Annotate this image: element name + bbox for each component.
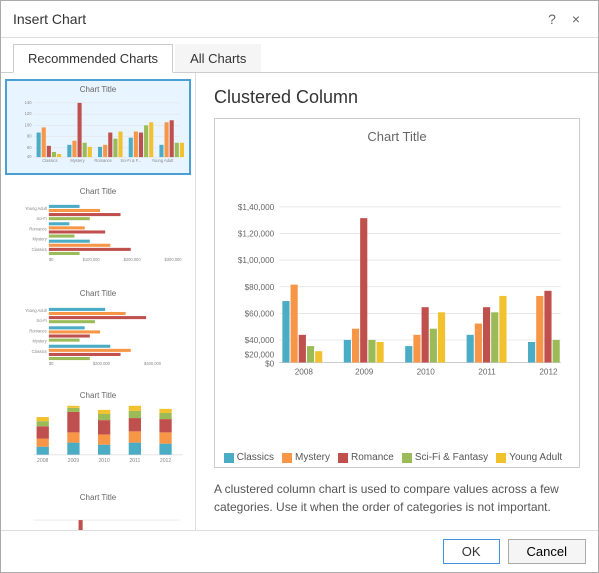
help-button[interactable]: ? bbox=[542, 9, 562, 29]
thumb-2-title: Chart Title bbox=[11, 289, 185, 298]
title-bar-buttons: ? × bbox=[542, 9, 586, 29]
thumb-2-chart: Young Adult Sci-Fi Romance Mystery Class… bbox=[11, 300, 185, 370]
preview-chart-title: Chart Title bbox=[367, 129, 426, 144]
legend-classics-color bbox=[224, 453, 234, 463]
legend-young-color bbox=[496, 453, 506, 463]
svg-text:2010: 2010 bbox=[417, 368, 436, 377]
content-area: Chart Title 140 120 100 80 bbox=[1, 73, 598, 530]
svg-text:2008: 2008 bbox=[37, 458, 49, 464]
svg-text:Classics: Classics bbox=[32, 349, 47, 354]
chart-list[interactable]: Chart Title 140 120 100 80 bbox=[1, 73, 195, 530]
thumb-1-chart: Young Adult Sci-Fi Romance Mystery Class… bbox=[11, 198, 185, 268]
cancel-button[interactable]: Cancel bbox=[508, 539, 586, 564]
bottom-bar: OK Cancel bbox=[1, 530, 598, 572]
svg-text:2010: 2010 bbox=[98, 458, 110, 464]
svg-text:$400,000: $400,000 bbox=[144, 361, 162, 366]
svg-text:$200,000: $200,000 bbox=[93, 361, 111, 366]
svg-text:2009: 2009 bbox=[355, 368, 374, 377]
svg-text:Young Adult: Young Adult bbox=[25, 308, 47, 313]
svg-text:$200,000: $200,000 bbox=[124, 257, 142, 262]
right-panel: Clustered Column Chart Title $1,40,000 $… bbox=[196, 73, 598, 530]
svg-text:Romance: Romance bbox=[94, 158, 112, 163]
svg-text:Mystery: Mystery bbox=[70, 158, 85, 163]
legend-scifi-color bbox=[402, 453, 412, 463]
svg-text:$300,000: $300,000 bbox=[165, 257, 183, 262]
svg-text:Romance: Romance bbox=[29, 328, 47, 333]
thumb-1-title: Chart Title bbox=[11, 187, 185, 196]
thumb-4-title: Chart Title bbox=[11, 493, 185, 502]
svg-text:Romance: Romance bbox=[29, 226, 47, 231]
svg-text:2011: 2011 bbox=[478, 368, 496, 377]
svg-text:$0: $0 bbox=[49, 257, 54, 262]
legend-romance-color bbox=[338, 453, 348, 463]
svg-text:100: 100 bbox=[25, 122, 33, 127]
ok-button[interactable]: OK bbox=[443, 539, 500, 564]
chart-thumbnail-0[interactable]: Chart Title 140 120 100 80 bbox=[5, 79, 191, 175]
svg-text:Young Adult: Young Adult bbox=[25, 206, 47, 211]
svg-text:$1,40,000: $1,40,000 bbox=[238, 203, 275, 212]
svg-text:60: 60 bbox=[27, 145, 32, 150]
svg-text:Classics: Classics bbox=[42, 158, 57, 163]
legend-scifi: Sci-Fi & Fantasy bbox=[402, 452, 488, 463]
svg-text:$40,000: $40,000 bbox=[245, 336, 275, 345]
svg-text:120: 120 bbox=[25, 111, 33, 116]
chart-thumbnail-2[interactable]: Chart Title Young Adult Sci-Fi Romance M… bbox=[5, 283, 191, 379]
svg-text:$0: $0 bbox=[49, 361, 54, 366]
chart-description: A clustered column chart is used to comp… bbox=[214, 480, 580, 516]
svg-text:Sci-Fi: Sci-Fi bbox=[36, 318, 47, 323]
svg-text:2009: 2009 bbox=[68, 458, 80, 464]
svg-text:40: 40 bbox=[27, 154, 32, 159]
svg-text:2008: 2008 bbox=[295, 368, 314, 377]
preview-chart-svg: $1,40,000 $1,20,000 $1,00,000 $80,000 $6… bbox=[223, 150, 571, 448]
left-panel: Chart Title 140 120 100 80 bbox=[1, 73, 196, 530]
svg-text:$1,20,000: $1,20,000 bbox=[238, 230, 275, 239]
close-button[interactable]: × bbox=[566, 9, 586, 29]
thumb-4-chart: Classics Mystery Romance Sci-Fi Young bbox=[11, 504, 185, 530]
svg-text:Sci-Fi & F...: Sci-Fi & F... bbox=[120, 158, 141, 163]
svg-text:Mystery: Mystery bbox=[33, 339, 48, 344]
title-bar-left: Insert Chart bbox=[13, 11, 86, 27]
thumb-3-chart: 2008 2009 2010 2011 2012 bbox=[11, 402, 185, 472]
legend-mystery: Mystery bbox=[282, 452, 330, 463]
title-bar: Insert Chart ? × bbox=[1, 1, 598, 38]
svg-text:$100,000: $100,000 bbox=[83, 257, 101, 262]
svg-text:Mystery: Mystery bbox=[33, 237, 48, 242]
chart-thumbnail-4[interactable]: Chart Title bbox=[5, 487, 191, 530]
legend-romance: Romance bbox=[338, 452, 394, 463]
legend-mystery-color bbox=[282, 453, 292, 463]
svg-text:2011: 2011 bbox=[129, 458, 140, 464]
insert-chart-dialog: Insert Chart ? × Recommended Charts All … bbox=[0, 0, 599, 573]
selected-chart-name: Clustered Column bbox=[214, 87, 580, 108]
chart-thumbnail-1[interactable]: Chart Title Young Adult Sci-Fi Romance M… bbox=[5, 181, 191, 277]
thumb-0-chart: 140 120 100 80 60 40 bbox=[11, 96, 185, 166]
svg-text:2012: 2012 bbox=[539, 368, 558, 377]
thumb-0-title: Chart Title bbox=[11, 85, 185, 94]
svg-text:2012: 2012 bbox=[160, 458, 172, 464]
dialog-title: Insert Chart bbox=[13, 11, 86, 27]
tab-all-charts[interactable]: All Charts bbox=[175, 44, 261, 72]
svg-text:$60,000: $60,000 bbox=[245, 309, 275, 318]
tabs-bar: Recommended Charts All Charts bbox=[1, 38, 598, 73]
svg-text:Young Adult: Young Adult bbox=[152, 158, 174, 163]
svg-text:$20,000: $20,000 bbox=[245, 350, 275, 359]
legend-young-adult: Young Adult bbox=[496, 452, 562, 463]
svg-text:140: 140 bbox=[25, 100, 33, 105]
svg-text:$80,000: $80,000 bbox=[245, 283, 275, 292]
tab-recommended[interactable]: Recommended Charts bbox=[13, 44, 173, 73]
chart-thumbnail-3[interactable]: Chart Title bbox=[5, 385, 191, 481]
svg-text:Sci-Fi: Sci-Fi bbox=[36, 216, 47, 221]
svg-text:80: 80 bbox=[27, 134, 32, 139]
legend-row: Classics Mystery Romance Sci-Fi & Fantas… bbox=[224, 452, 570, 463]
svg-text:$1,00,000: $1,00,000 bbox=[238, 256, 275, 265]
svg-text:Classics: Classics bbox=[32, 247, 47, 252]
legend-classics: Classics bbox=[224, 452, 274, 463]
chart-preview-box: Chart Title $1,40,000 $1,20,000 $1,00,00… bbox=[214, 118, 580, 468]
thumb-3-title: Chart Title bbox=[11, 391, 185, 400]
svg-text:$0: $0 bbox=[265, 360, 275, 369]
